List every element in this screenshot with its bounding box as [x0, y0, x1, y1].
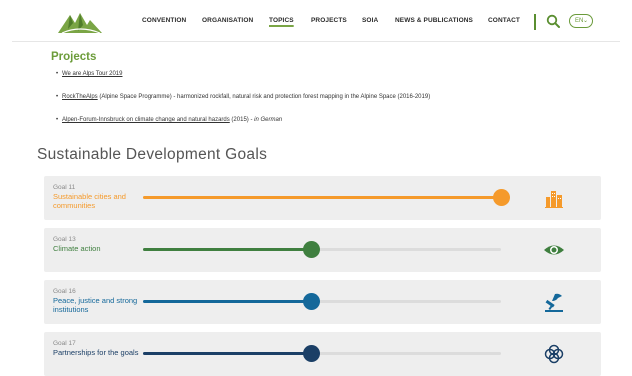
eye-globe-icon	[544, 245, 564, 255]
nav-organisation[interactable]: ORGANISATION	[202, 17, 253, 24]
nav-contact[interactable]: CONTACT	[488, 17, 520, 24]
goal-slider-track	[143, 189, 510, 206]
goal-name: Peace, justice and strong institutions	[53, 296, 138, 314]
dove-gavel-icon	[545, 293, 563, 312]
goal-card[interactable]: Goal 16 Peace, justice and strong instit…	[44, 280, 601, 324]
search-icon[interactable]	[546, 14, 560, 28]
goal-number: Goal 17	[53, 340, 76, 347]
goal-number: Goal 13	[53, 236, 76, 243]
goal-slider-knob[interactable]	[303, 345, 321, 362]
goal-slider-fill	[143, 248, 312, 251]
nav-news-publications[interactable]: NEWS & PUBLICATIONS	[395, 17, 473, 24]
nav-projects[interactable]: PROJECTS	[311, 17, 347, 24]
goal-name: Partnerships for the goals	[53, 348, 139, 357]
project-description: (Alpine Space Programme) - harmonized ro…	[97, 94, 431, 100]
project-item: • We are Alps Tour 2019	[56, 71, 122, 77]
bullet-icon: •	[56, 71, 59, 77]
goal-name: Climate action	[53, 244, 101, 253]
goal-slider-track	[143, 241, 501, 258]
bullet-icon: •	[56, 117, 59, 123]
project-item: • RockTheAlps (Alpine Space Programme) -…	[56, 94, 431, 100]
project-description: (2015) -	[229, 117, 255, 123]
project-item: • Alpen-Forum-Innsbruck on climate chang…	[56, 117, 283, 123]
project-link[interactable]: We are Alps Tour 2019	[62, 71, 122, 77]
bullet-icon: •	[56, 94, 59, 100]
goal-slider-track	[143, 345, 501, 362]
goal-card[interactable]: Goal 13 Climate action	[44, 228, 601, 272]
alpine-convention-logo[interactable]	[56, 9, 104, 35]
nav-topics[interactable]: TOPICS	[269, 17, 294, 24]
city-icon	[545, 191, 563, 208]
goal-slider-knob[interactable]	[303, 293, 321, 310]
project-link[interactable]: RockTheAlps	[62, 94, 98, 100]
goal-slider-knob[interactable]	[493, 189, 510, 206]
goal-card[interactable]: Goal 17 Partnerships for the goals	[44, 332, 601, 376]
goal-number: Goal 16	[53, 288, 76, 295]
project-link[interactable]: Alpen-Forum-Innsbruck on climate change …	[62, 117, 230, 123]
goal-card[interactable]: Goal 11 Sustainable cities and communiti…	[44, 176, 601, 220]
chevron-down-icon: ⌄	[582, 18, 588, 24]
sdg-heading: Sustainable Development Goals	[37, 146, 268, 163]
header-divider	[12, 41, 620, 42]
nav-soia[interactable]: SOIA	[362, 17, 378, 24]
goal-slider-knob[interactable]	[303, 241, 321, 258]
projects-heading: Projects	[51, 51, 97, 63]
nav-convention[interactable]: CONVENTION	[142, 17, 186, 24]
nav-divider	[534, 14, 536, 30]
goal-slider-fill	[143, 300, 312, 303]
site-header: CONVENTION ORGANISATION TOPICS PROJECTS …	[0, 0, 632, 42]
language-selector[interactable]: EN ⌄	[569, 14, 593, 28]
goal-name: Sustainable cities and communities	[53, 192, 126, 210]
goal-number: Goal 11	[53, 184, 76, 191]
project-language-note: in German	[254, 117, 283, 123]
goal-slider-fill	[143, 352, 312, 355]
rings-icon	[544, 344, 564, 364]
goal-slider-track	[143, 293, 501, 310]
goal-slider-fill	[143, 196, 501, 199]
